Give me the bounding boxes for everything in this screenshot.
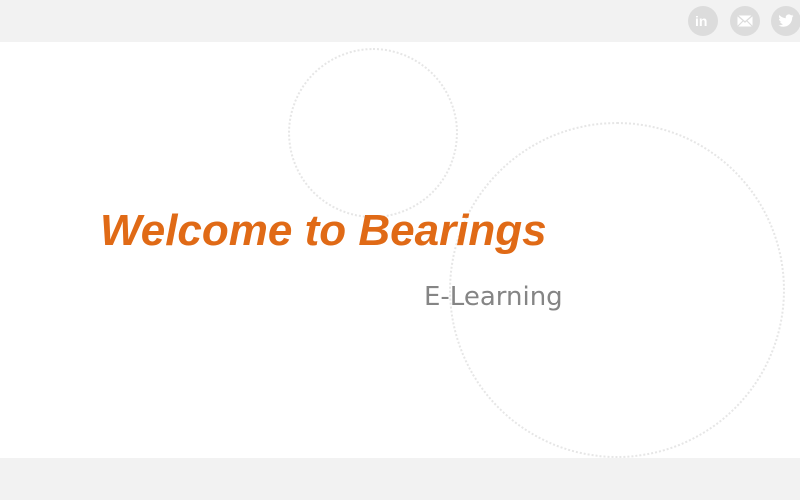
page-title: Welcome to Bearings [100,206,547,255]
mail-button[interactable] [730,6,760,36]
twitter-icon [778,14,794,28]
linkedin-button[interactable]: in [688,6,718,36]
decorative-circle [288,48,458,218]
mail-icon [737,15,753,27]
linkedin-icon: in [694,13,712,29]
welcome-slide: Welcome to Bearings E-Learning [0,42,800,458]
bottom-bar [0,458,800,500]
top-bar: in [0,0,800,42]
page-subtitle: E-Learning [424,282,563,312]
svg-text:in: in [695,13,707,29]
twitter-button[interactable] [771,6,800,36]
